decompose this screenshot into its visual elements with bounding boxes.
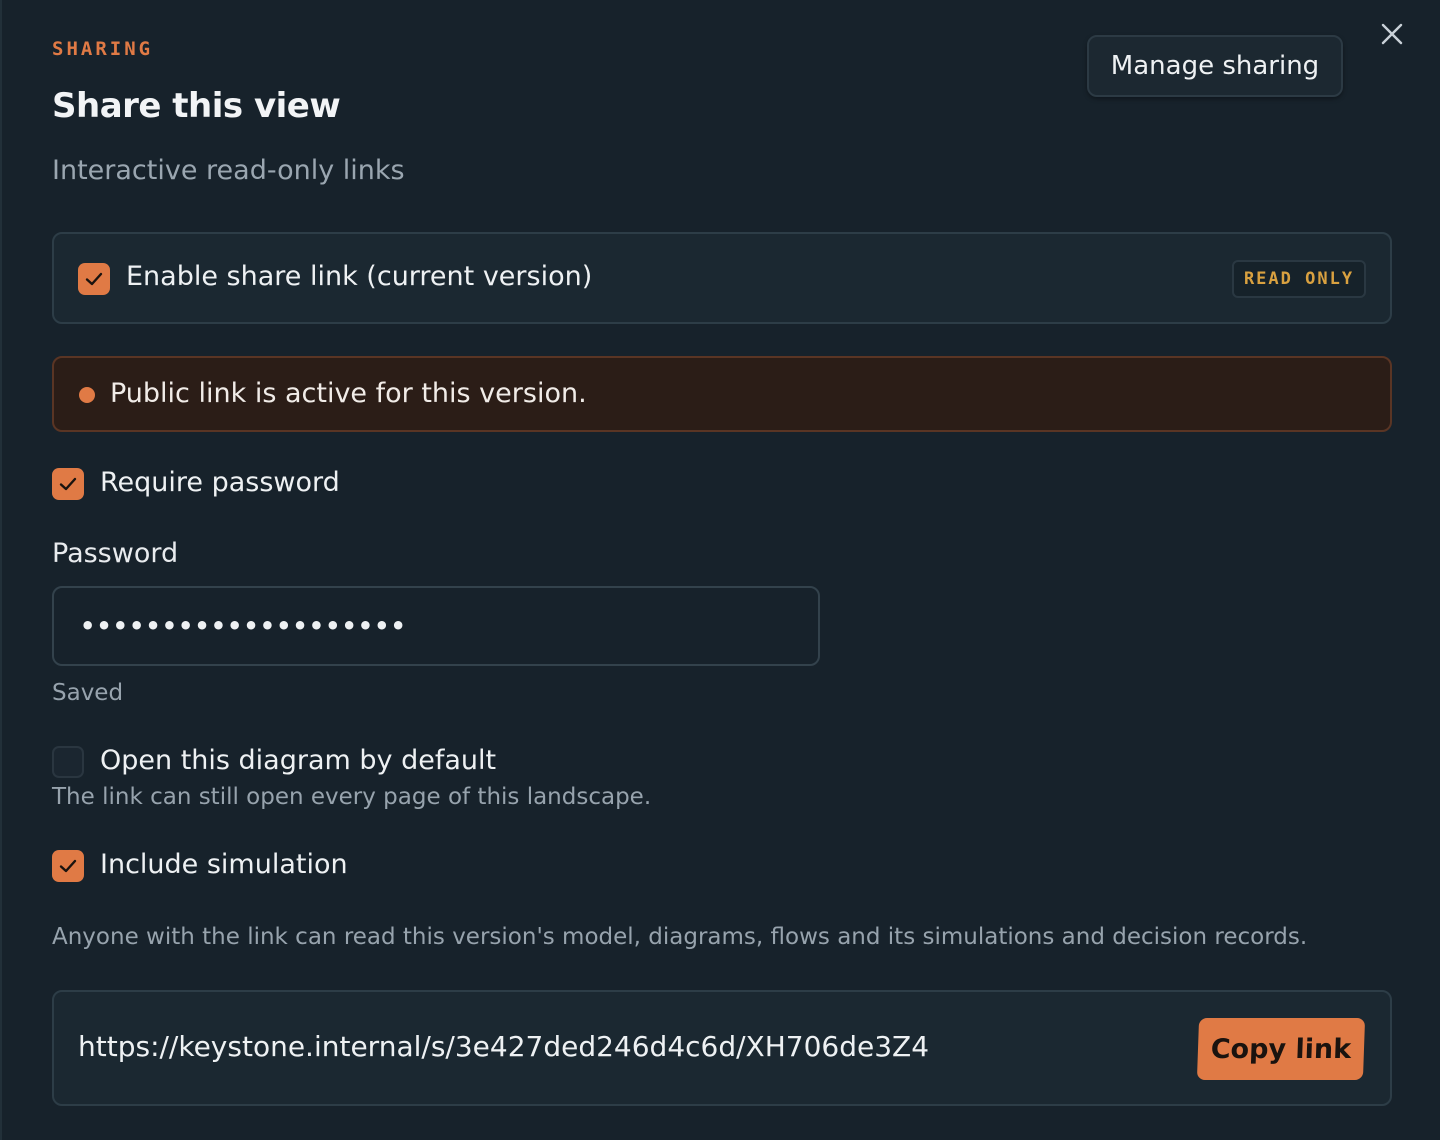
checkmark-icon — [85, 272, 103, 286]
alert-message: Public link is active for this version. — [110, 378, 587, 409]
require-password-checkbox[interactable] — [52, 468, 84, 500]
include-simulation-checkbox[interactable] — [52, 850, 84, 882]
dialog-title: Share this view — [52, 86, 341, 126]
share-dialog: SHARING Share this view Interactive read… — [0, 0, 1440, 1140]
section-eyebrow: SHARING — [52, 38, 154, 60]
checkmark-icon — [59, 859, 77, 873]
open-by-default-label[interactable]: Open this diagram by default — [100, 745, 496, 776]
dialog-subtitle: Interactive read-only links — [52, 155, 405, 186]
share-link-card: Enable share link (current version) READ… — [52, 232, 1392, 324]
share-url[interactable]: https://keystone.internal/s/3e427ded246d… — [78, 1030, 929, 1063]
share-description: Anyone with the link can read this versi… — [52, 924, 1308, 950]
enable-share-link-label[interactable]: Enable share link (current version) — [126, 261, 592, 292]
enable-share-link-checkbox[interactable] — [78, 263, 110, 295]
password-label: Password — [52, 538, 179, 569]
manage-sharing-button[interactable]: Manage sharing — [1087, 35, 1343, 97]
read-only-badge: READ ONLY — [1232, 260, 1366, 298]
password-input[interactable]: •••••••••••••••••••• — [52, 586, 820, 666]
public-link-alert: Public link is active for this version. — [52, 356, 1392, 432]
share-url-box: https://keystone.internal/s/3e427ded246d… — [52, 990, 1392, 1106]
include-simulation-label[interactable]: Include simulation — [100, 849, 348, 880]
require-password-label[interactable]: Require password — [100, 467, 340, 498]
close-button[interactable] — [1376, 18, 1408, 50]
copy-link-button[interactable]: Copy link — [1196, 1018, 1366, 1080]
status-dot-icon — [79, 387, 95, 403]
checkmark-icon — [59, 477, 77, 491]
close-icon — [1381, 23, 1403, 45]
open-by-default-checkbox[interactable] — [52, 746, 84, 778]
open-by-default-hint: The link can still open every page of th… — [52, 784, 652, 810]
password-status: Saved — [52, 680, 124, 706]
